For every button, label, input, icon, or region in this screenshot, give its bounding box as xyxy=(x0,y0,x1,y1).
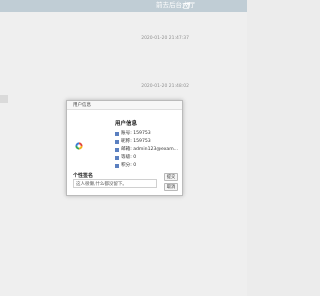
user-info-dialog: 用户信息 用户信息 账号: 159753 昵称: 159753 邮箱: admi… xyxy=(66,100,183,196)
info-level: 等级: 0 xyxy=(115,154,185,162)
bullet-icon xyxy=(115,140,119,144)
submit-button[interactable]: 提交 xyxy=(164,173,178,181)
info-nickname: 昵称: 159753 xyxy=(115,138,185,146)
bullet-icon xyxy=(115,164,119,168)
info-level-text: 等级: 0 xyxy=(121,155,137,160)
bullet-icon xyxy=(115,148,119,152)
dialog-title: 用户信息 xyxy=(67,101,182,110)
info-email: 邮箱: admin123@exam... xyxy=(115,146,185,154)
info-account: 账号: 159753 xyxy=(115,130,185,138)
info-nickname-text: 昵称: 159753 xyxy=(121,139,151,144)
info-account-text: 账号: 159753 xyxy=(121,131,151,136)
user-info-heading: 用户信息 xyxy=(115,121,138,127)
cancel-button[interactable]: 取消 xyxy=(164,183,178,191)
app-logo-icon xyxy=(75,142,83,150)
info-points-text: 积分: 0 xyxy=(121,163,137,168)
bullet-icon xyxy=(115,132,119,136)
info-email-text: 邮箱: admin123@exam... xyxy=(121,147,179,152)
user-info-list: 账号: 159753 昵称: 159753 邮箱: admin123@exam.… xyxy=(115,130,185,170)
signature-input[interactable]: 这人很懒,什么都没留下。 xyxy=(73,179,157,188)
info-points: 积分: 0 xyxy=(115,162,185,170)
bullet-icon xyxy=(115,156,119,160)
